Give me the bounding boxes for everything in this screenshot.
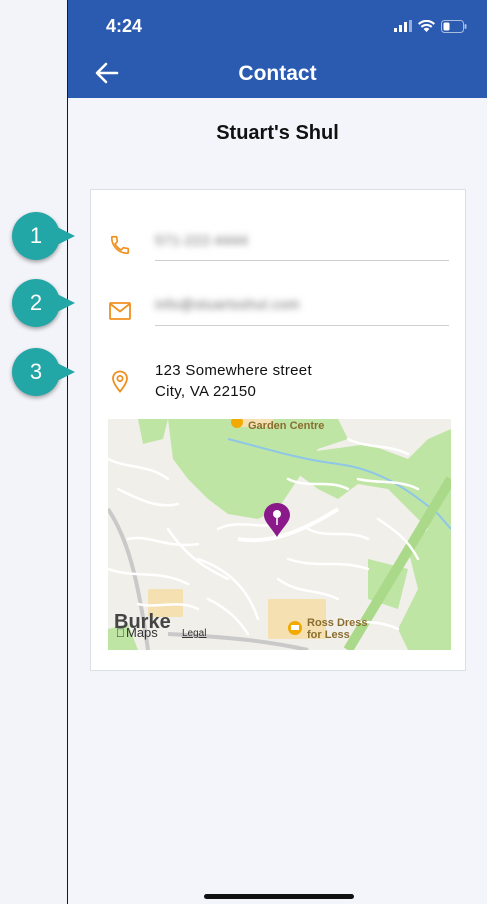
location-map[interactable]: Garden Centre Ross Dress for Less Burke … [108,419,451,650]
app-header: 4:24 Contact [68,0,487,98]
maps-brand-label: Maps [117,625,158,640]
map-label-store-1: Ross Dress [307,617,368,629]
map-label-garden: Garden Centre [248,420,325,432]
venue-title: Stuart's Shul [216,122,339,144]
contact-card: 571-222-4444 info@stuartsshul.com 123 So… [90,189,466,671]
home-indicator [204,894,354,899]
maps-brand:  Maps [116,625,158,640]
signal-icon [394,20,412,32]
wifi-icon [418,19,435,32]
address-field[interactable]: 123 Somewhere street City, VA 22150 [155,360,449,402]
phone-underline [155,260,449,261]
email-value: info@stuartsshul.com [155,296,300,312]
left-gutter [0,0,67,904]
status-time: 4:24 [106,16,143,36]
callout-3-tail [53,361,75,383]
email-field[interactable]: info@stuartsshul.com [155,296,449,314]
status-icons [394,18,467,34]
phone-field[interactable]: 571-222-4444 [155,232,449,250]
callout-1-tail [53,225,75,247]
phone-icon [107,232,133,258]
address-line-2: City, VA 22150 [155,383,257,400]
nav-title: Contact [238,62,317,85]
battery-icon [441,19,467,33]
apple-logo-icon:  [116,626,125,640]
callout-2-tail [53,292,75,314]
map-label-store-2: for Less [307,629,350,641]
phone-value: 571-222-4444 [155,232,249,248]
email-icon [107,298,133,324]
location-pin-icon [107,369,133,395]
map-legal-link[interactable]: Legal [182,628,206,639]
phone-screen: 4:24 Contact Stuart's Shul 571-222-4444 … [68,0,487,904]
email-underline [155,325,449,326]
address-line-1: 123 Somewhere street [155,362,312,379]
